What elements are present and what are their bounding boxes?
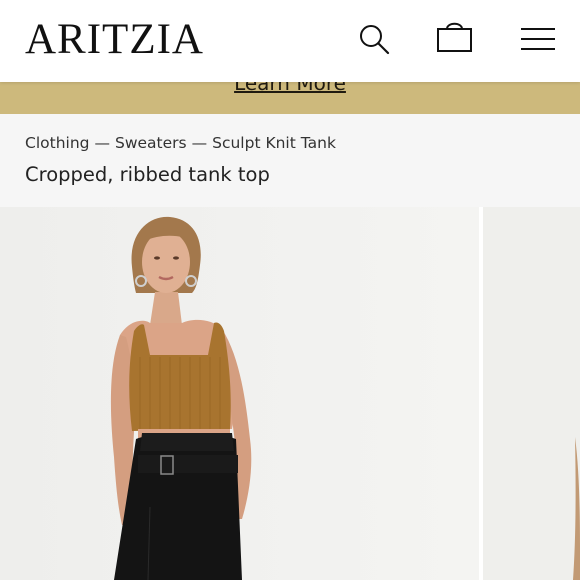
shopping-bag-button[interactable] bbox=[434, 20, 476, 56]
product-info: Clothing — Sweaters — Sculpt Knit Tank Cropp… bbox=[0, 114, 580, 207]
search-icon bbox=[360, 25, 390, 55]
breadcrumb-item-sweaters[interactable]: Sweaters bbox=[115, 134, 187, 152]
product-image-next[interactable] bbox=[483, 207, 580, 580]
aritzia-logo[interactable]: ARITZIA bbox=[25, 16, 204, 64]
learn-more-link[interactable]: Learn More bbox=[0, 82, 580, 95]
breadcrumb-separator: — bbox=[94, 134, 110, 152]
site-header: ARITZIA bbox=[0, 0, 580, 82]
product-description: Cropped, ribbed tank top bbox=[25, 163, 270, 186]
breadcrumb-item-current: Sculpt Knit Tank bbox=[212, 134, 336, 152]
promo-banner: Learn More bbox=[0, 82, 580, 114]
hamburger-menu-icon bbox=[521, 28, 555, 50]
shopping-bag-icon bbox=[437, 22, 472, 52]
product-image-main[interactable] bbox=[0, 207, 479, 580]
breadcrumb-item-clothing[interactable]: Clothing bbox=[25, 134, 89, 152]
next-image-preview bbox=[483, 207, 580, 580]
search-button[interactable] bbox=[356, 22, 392, 58]
menu-button[interactable] bbox=[518, 24, 558, 54]
breadcrumb-separator: — bbox=[191, 134, 208, 152]
breadcrumb: Clothing — Sweaters — Sculpt Knit Tank bbox=[25, 133, 336, 153]
product-gallery bbox=[0, 207, 580, 580]
model-illustration bbox=[0, 207, 479, 580]
